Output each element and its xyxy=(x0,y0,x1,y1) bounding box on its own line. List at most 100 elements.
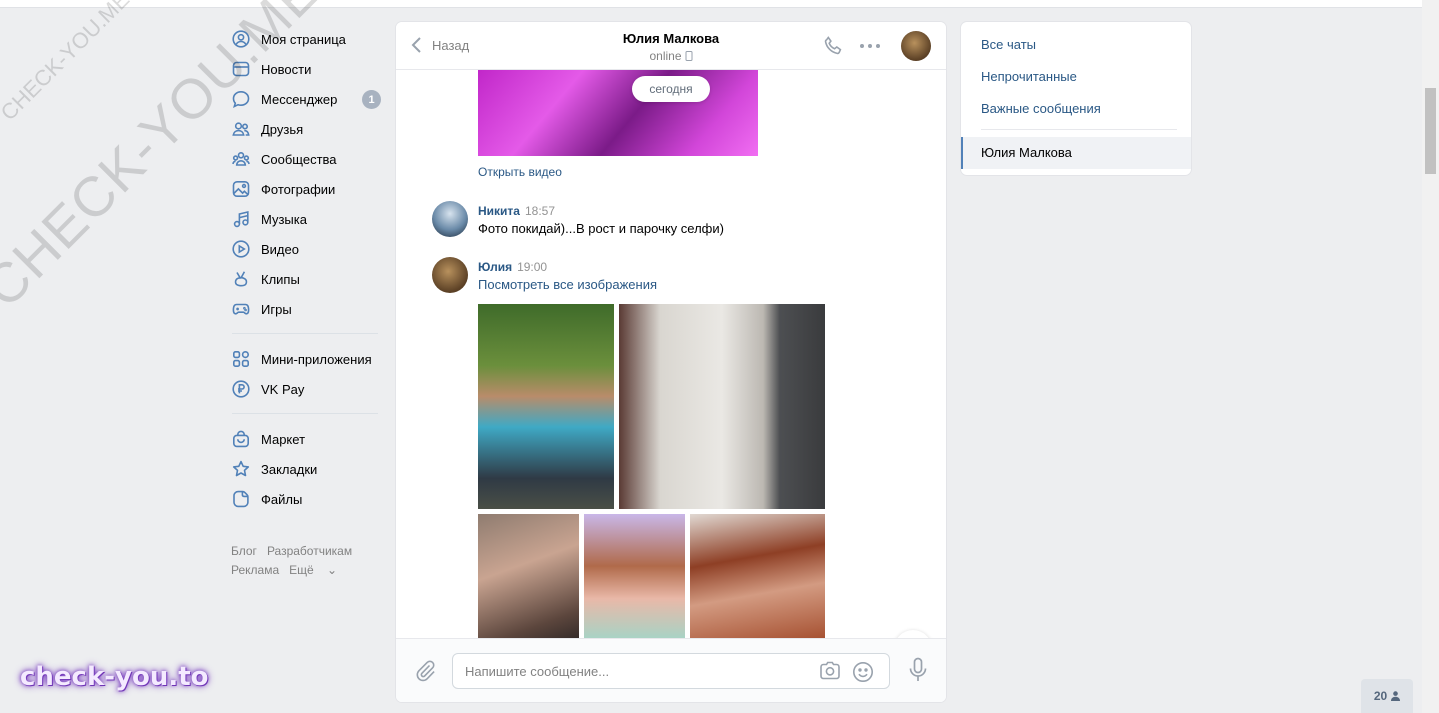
watermark-small: CHECK-YOU.ME xyxy=(0,0,135,126)
unread-badge: 1 xyxy=(362,90,381,109)
panel-separator xyxy=(981,129,1177,130)
nav-item-news[interactable]: Новости xyxy=(228,54,388,84)
gamepad-icon xyxy=(232,303,250,315)
message-input[interactable] xyxy=(465,662,805,680)
nav-item-label: Моя страница xyxy=(261,31,346,47)
filter-all-chats[interactable]: Все чаты xyxy=(981,37,1036,52)
nav-item-vkpay[interactable]: VK Pay xyxy=(228,374,388,404)
music-note-icon xyxy=(233,210,249,228)
message-author-line: Юлия 19:00 xyxy=(478,260,547,274)
nav-item-label: Сообщества xyxy=(261,151,337,167)
nav-item-label: Игры xyxy=(261,301,292,317)
nav-item-messenger[interactable]: Мессенджер 1 xyxy=(228,84,388,114)
message-avatar[interactable] xyxy=(432,201,468,237)
nav-item-music[interactable]: Музыка xyxy=(228,204,388,234)
mobile-phone-icon xyxy=(685,51,693,61)
scrollbar-thumb[interactable] xyxy=(1425,88,1436,174)
grid-icon xyxy=(232,350,250,368)
star-icon xyxy=(232,460,250,477)
scroll-to-bottom-button[interactable] xyxy=(894,630,932,638)
play-circle-icon xyxy=(232,240,250,258)
message-author-line: Никита 18:57 xyxy=(478,204,555,218)
nav-item-label: Закладки xyxy=(261,461,318,477)
nav-item-label: VK Pay xyxy=(261,381,305,397)
page-scrollbar[interactable] xyxy=(1422,0,1439,713)
video-attachment-thumbnail[interactable] xyxy=(478,70,758,156)
filter-unread[interactable]: Непрочитанные xyxy=(981,69,1077,84)
bag-icon xyxy=(232,430,249,448)
message-author[interactable]: Юлия xyxy=(478,260,512,274)
nav-item-photos[interactable]: Фотографии xyxy=(228,174,388,204)
chat-status: online xyxy=(396,49,946,63)
chat-status-text: online xyxy=(649,49,682,63)
file-icon xyxy=(233,490,249,508)
camera-icon[interactable] xyxy=(819,661,841,681)
footer-link-blog[interactable]: Блог xyxy=(231,544,257,558)
nav-item-profile[interactable]: Моя страница xyxy=(228,24,388,54)
microphone-icon[interactable] xyxy=(908,657,928,683)
nav-item-games[interactable]: Игры xyxy=(228,294,388,324)
open-video-link[interactable]: Открыть видео xyxy=(478,165,562,179)
view-all-images-link[interactable]: Посмотреть все изображения xyxy=(478,277,657,292)
chat-window: Назад Юлия Малкова online сегодня Открыт… xyxy=(396,22,946,702)
photo-icon xyxy=(232,180,250,197)
message-author[interactable]: Никита xyxy=(478,204,520,218)
message-avatar[interactable] xyxy=(432,257,468,293)
nav-item-label: Клипы xyxy=(261,271,300,287)
photo-attachment[interactable] xyxy=(584,514,685,638)
clips-icon xyxy=(234,271,248,287)
nav-separator xyxy=(232,333,378,334)
nav-item-label: Мессенджер xyxy=(261,91,338,107)
photo-attachment[interactable] xyxy=(478,304,614,509)
footer-more-label: Ещё xyxy=(289,563,314,577)
footer-link-developers[interactable]: Разработчикам xyxy=(267,544,352,558)
message-time: 19:00 xyxy=(517,260,548,274)
chat-bubble-icon xyxy=(232,90,250,108)
nav-item-video[interactable]: Видео xyxy=(228,234,388,264)
emoji-smile-icon[interactable] xyxy=(852,661,874,683)
nav-item-label: Музыка xyxy=(261,211,307,227)
friends-icon xyxy=(232,122,250,136)
date-separator-pill: сегодня xyxy=(632,76,710,102)
chat-avatar[interactable] xyxy=(901,31,931,61)
nav-item-label: Друзья xyxy=(261,121,304,137)
message-input-box xyxy=(452,653,890,689)
nav-item-bookmarks[interactable]: Закладки xyxy=(228,454,388,484)
photo-attachment[interactable] xyxy=(690,514,825,638)
nav-item-miniapps[interactable]: Мини-приложения xyxy=(228,344,388,374)
nav-item-label: Фотографии xyxy=(261,181,336,197)
nav-item-label: Видео xyxy=(261,241,299,257)
photo-attachment[interactable] xyxy=(478,514,579,638)
nav-item-label: Файлы xyxy=(261,491,303,507)
chevron-down-icon: ⌄ xyxy=(327,563,338,577)
message-history[interactable]: сегодня Открыть видео Никита 18:57 Фото п… xyxy=(396,70,946,638)
more-dots-icon[interactable] xyxy=(859,43,881,49)
footer-link-more[interactable]: Ещё ⌄ xyxy=(289,563,347,577)
nav-item-clips[interactable]: Клипы xyxy=(228,264,388,294)
footer-links: Блог Разработчикам Реклама Ещё ⌄ xyxy=(231,542,362,580)
active-chat-item[interactable]: Юлия Малкова xyxy=(961,137,1191,169)
photo-attachment[interactable] xyxy=(619,304,825,509)
nav-separator xyxy=(232,413,378,414)
paperclip-icon[interactable] xyxy=(414,659,436,683)
top-header-bar xyxy=(0,0,1422,8)
active-chat-label: Юлия Малкова xyxy=(981,145,1072,160)
online-users-counter[interactable]: 20 xyxy=(1361,679,1413,713)
left-nav: Моя страница Новости Мессенджер 1 Друзья… xyxy=(228,24,388,514)
chat-filter-panel: Все чаты Непрочитанные Важные сообщения … xyxy=(961,22,1191,175)
brand-watermark: check-you.to xyxy=(20,662,209,692)
message-composer xyxy=(396,638,946,702)
nav-item-market[interactable]: Маркет xyxy=(228,424,388,454)
nav-item-communities[interactable]: Сообщества xyxy=(228,144,388,174)
message-time: 18:57 xyxy=(524,204,556,218)
user-icon xyxy=(1391,691,1401,701)
user-circle-icon xyxy=(232,30,250,48)
nav-item-label: Новости xyxy=(261,61,312,77)
filter-important[interactable]: Важные сообщения xyxy=(981,101,1101,116)
phone-icon[interactable] xyxy=(822,35,844,57)
footer-link-ads[interactable]: Реклама xyxy=(231,563,279,577)
chat-header: Назад Юлия Малкова online xyxy=(396,22,946,70)
nav-item-files[interactable]: Файлы xyxy=(228,484,388,514)
communities-icon xyxy=(232,152,250,166)
nav-item-friends[interactable]: Друзья xyxy=(228,114,388,144)
